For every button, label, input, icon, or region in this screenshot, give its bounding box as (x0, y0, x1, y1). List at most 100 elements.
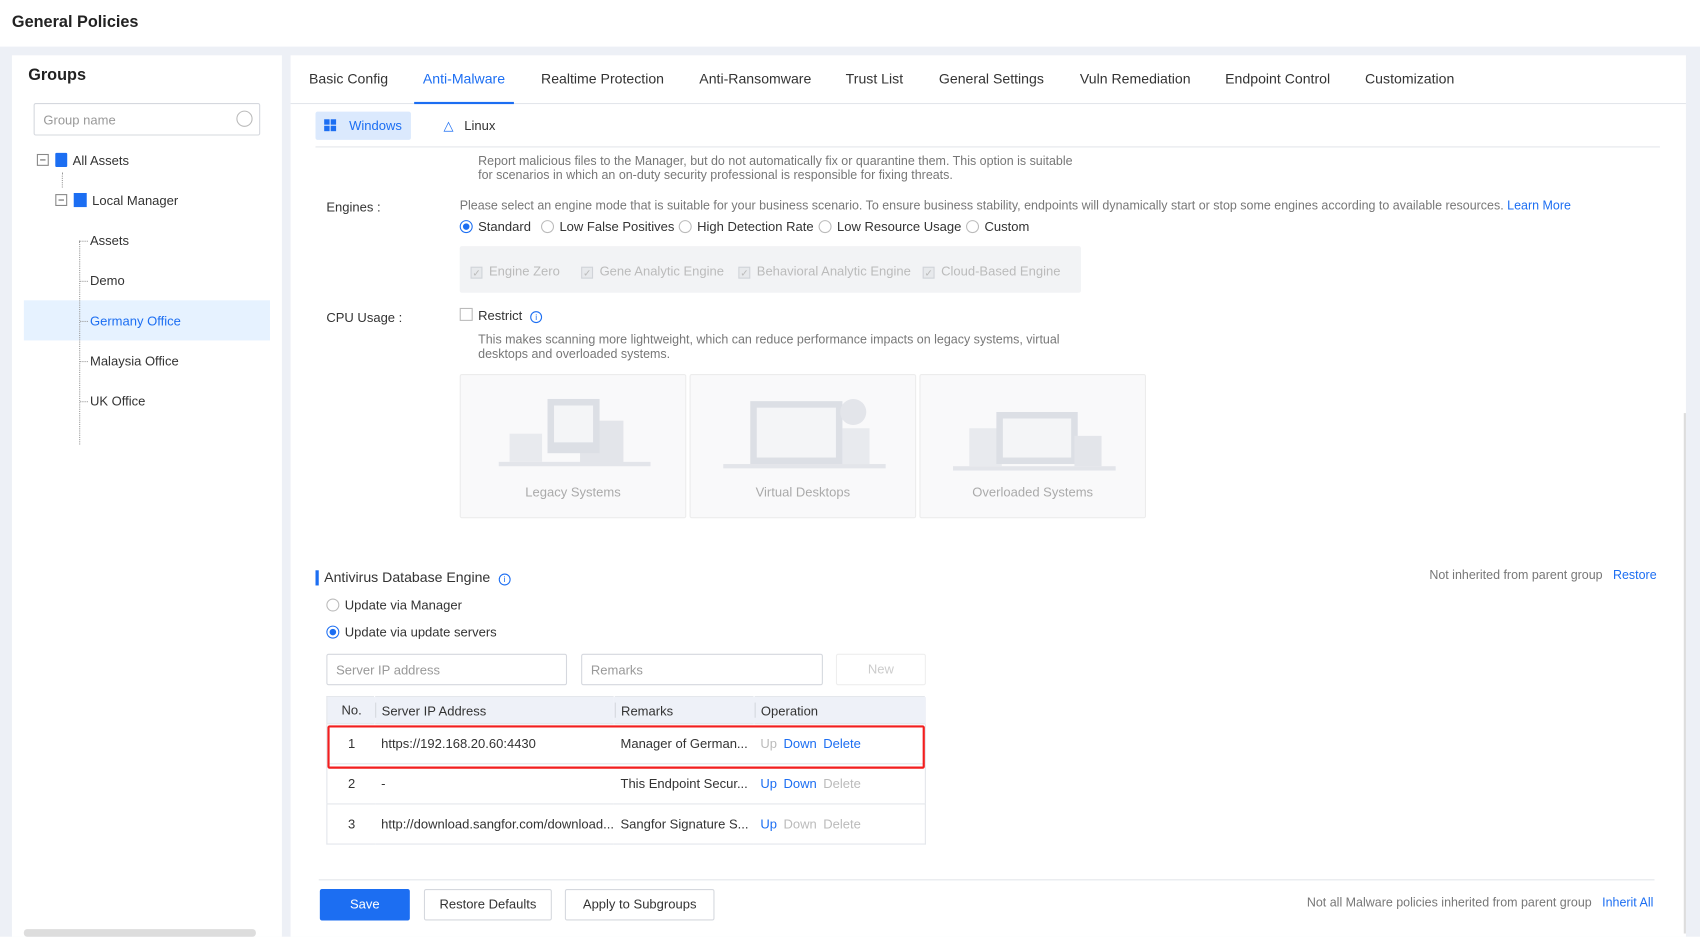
inherit-status: Not inherited from parent group Restore (1429, 569, 1656, 583)
tree-item-local-manager[interactable]: Local Manager (55, 192, 178, 208)
collapse-icon[interactable] (36, 153, 49, 166)
group-search-input[interactable]: Group name (33, 102, 261, 136)
search-icon[interactable] (236, 110, 253, 127)
engine-label: Gene Analytic Engine (599, 263, 724, 279)
engine-label: Behavioral Analytic Engine (756, 263, 911, 279)
tab-endpoint-control[interactable]: Endpoint Control (1225, 70, 1330, 86)
tree-label: Germany Office (89, 313, 181, 329)
restore-defaults-button[interactable]: Restore Defaults (423, 889, 552, 921)
table-row: 2- This Endpoint Secur... Up Down Delete (326, 763, 926, 804)
save-button[interactable]: Save (319, 889, 410, 921)
new-button[interactable]: New (835, 653, 926, 686)
inherit-all-link[interactable]: Inherit All (1602, 897, 1653, 910)
column-header-label: Operation (760, 703, 819, 719)
column-header-label: Server IP Address (381, 703, 487, 719)
radio-label: Update via Manager (344, 597, 462, 613)
up-link[interactable]: Up (760, 816, 777, 831)
tree-item-malaysia-office[interactable]: Malaysia Office (80, 353, 179, 369)
cell-no: 2 (326, 763, 375, 804)
tree-label: Demo (89, 273, 125, 289)
groups-sidebar: Groups Group name All Assets Local Manag… (11, 55, 282, 937)
section-marker (315, 570, 319, 586)
tree-item-uk-office[interactable]: UK Office (80, 394, 145, 409)
restrict-checkbox[interactable]: Restrict i (459, 307, 543, 324)
radio-selected-icon (326, 625, 340, 639)
cell-ip: - (374, 763, 614, 804)
tree-item-germany-office[interactable]: Germany Office (80, 313, 181, 329)
engine-mode-standard[interactable]: Standard (459, 219, 531, 235)
column-header: Remarks (613, 696, 754, 724)
apply-to-subgroups-button[interactable]: Apply to Subgroups (564, 889, 715, 921)
os-tab-windows[interactable]: Windows (315, 111, 411, 140)
info-icon[interactable]: i (498, 573, 511, 586)
tab-trust-list[interactable]: Trust List (846, 70, 903, 86)
windows-icon (324, 119, 337, 132)
engine-mode-low-resource-usage[interactable]: Low Resource Usage (818, 219, 962, 235)
horizontal-scrollbar[interactable] (23, 929, 256, 937)
os-tab-linux[interactable]: △ Linux (435, 112, 504, 140)
delete-link: Delete (823, 816, 861, 832)
column-header: Operation (753, 696, 926, 724)
highlight-box (327, 725, 925, 769)
legacy-systems-card: Legacy Systems (459, 374, 687, 519)
tab-basic-config[interactable]: Basic Config (309, 70, 388, 86)
cell-no: 3 (326, 803, 375, 845)
tab-anti-malware[interactable]: Anti-Malware (414, 70, 514, 105)
card-caption: Legacy Systems (525, 484, 621, 500)
delete-link: Delete (823, 776, 861, 792)
building-icon (73, 192, 87, 208)
top-bar: General Policies (0, 0, 1700, 47)
radio-label: Low Resource Usage (837, 219, 962, 235)
up-link[interactable]: Up (760, 776, 777, 791)
tree-item-all-assets[interactable]: All Assets (36, 152, 129, 168)
column-header: No. (326, 696, 375, 724)
footer-status-text: Not all Malware policies inherited from … (1306, 896, 1592, 910)
cell-ip: http://download.sangfor.com/download... (374, 803, 614, 845)
engine-mode-low-false-positives[interactable]: Low False Positives (541, 219, 674, 234)
down-link[interactable]: Down (784, 776, 817, 791)
tree-item-demo[interactable]: Demo (80, 273, 125, 289)
collapse-icon[interactable] (55, 194, 68, 206)
os-tab-label: Linux (464, 118, 496, 134)
radio-icon (966, 220, 980, 234)
policy-panel: Basic Config Anti-Malware Realtime Prote… (290, 55, 1686, 937)
tab-vuln-remediation[interactable]: Vuln Remediation (1080, 70, 1191, 86)
info-icon[interactable]: i (530, 311, 543, 324)
engine-mode-high-detection-rate[interactable]: High Detection Rate (678, 219, 814, 235)
inherit-status-text: Not inherited from parent group (1429, 569, 1603, 583)
update-via-manager-radio[interactable]: Update via Manager (326, 597, 462, 613)
tree-item-assets[interactable]: Assets (80, 233, 129, 248)
remarks-input[interactable]: Remarks (581, 653, 823, 686)
overloaded-systems-illustration (953, 411, 1116, 471)
cpu-usage-label: CPU Usage : (326, 310, 403, 326)
linux-penguin-icon: △ (443, 118, 454, 134)
update-servers-table: No. Server IP Address Remarks Operation … (326, 696, 926, 845)
restrict-label: Restrict (478, 307, 523, 324)
radio-label: Standard (478, 219, 531, 235)
card-caption: Virtual Desktops (755, 484, 851, 500)
column-header: Server IP Address (374, 696, 614, 724)
engines-desc-text: Please select an engine mode that is sui… (459, 199, 1504, 213)
table-header: No. Server IP Address Remarks Operation (326, 696, 926, 724)
vertical-scrollbar[interactable] (1683, 413, 1686, 934)
legacy-systems-illustration (498, 398, 651, 467)
engines-label: Engines : (326, 199, 381, 215)
tab-realtime-protection[interactable]: Realtime Protection (541, 70, 664, 86)
restore-link[interactable]: Restore (1613, 569, 1657, 582)
radio-label: High Detection Rate (697, 219, 814, 235)
tab-general-settings[interactable]: General Settings (939, 70, 1044, 86)
radio-selected-icon (459, 220, 473, 234)
section-title: Antivirus Database Engine (324, 569, 491, 586)
tree-label: Malaysia Office (89, 353, 179, 369)
tab-customization[interactable]: Customization (1365, 70, 1454, 86)
report-description: Report malicious files to the Manager, b… (478, 155, 1073, 183)
server-ip-input[interactable]: Server IP address (326, 653, 568, 686)
virtual-desktops-illustration (723, 398, 886, 469)
gene-analytic-engine-checkbox: ✓ Gene Analytic Engine (581, 263, 724, 279)
update-via-servers-radio[interactable]: Update via update servers (326, 624, 497, 640)
engine-mode-custom[interactable]: Custom (966, 219, 1029, 234)
tab-anti-ransomware[interactable]: Anti-Ransomware (699, 70, 811, 86)
sidebar-title: Groups (28, 66, 87, 85)
learn-more-link[interactable]: Learn More (1507, 199, 1571, 212)
radio-label: Custom (984, 219, 1030, 235)
